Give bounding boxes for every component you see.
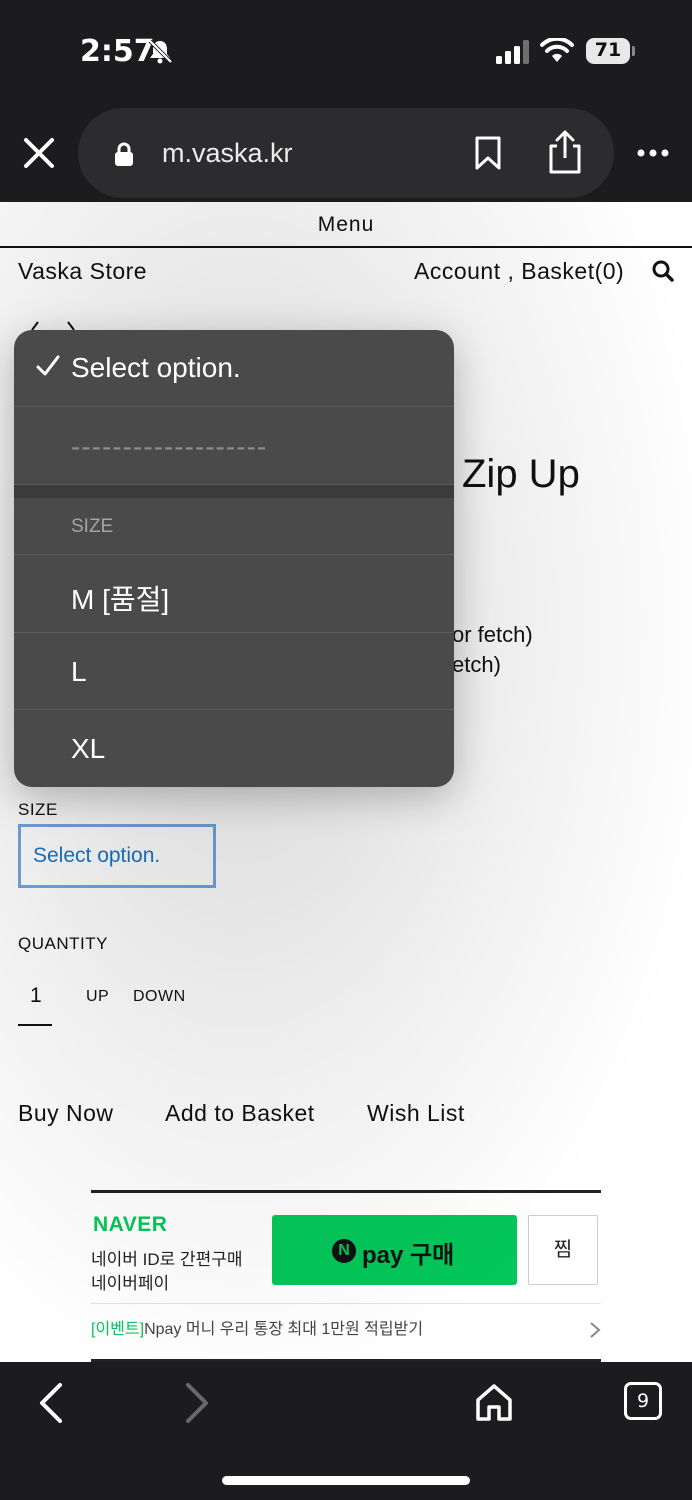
option-group-size: SIZE <box>14 498 454 555</box>
option-divider[interactable]: ------------------- <box>14 407 454 485</box>
battery-level: 71 <box>594 39 622 61</box>
npay-buy-button[interactable]: N pay 구매 <box>272 1215 517 1285</box>
bookmark-icon[interactable] <box>474 136 502 170</box>
add-to-basket-button[interactable]: Add to Basket <box>165 1100 315 1127</box>
battery-tip <box>632 46 635 56</box>
quantity-up-button[interactable]: UP <box>86 988 109 1006</box>
wifi-icon <box>540 38 574 62</box>
quantity-label: QUANTITY <box>18 934 108 953</box>
lock-icon <box>115 142 133 166</box>
back-icon[interactable] <box>36 1382 66 1424</box>
url-text[interactable]: m.vaska.kr <box>162 138 293 169</box>
option-size-m[interactable]: M [품절] <box>14 555 454 633</box>
option-label: L <box>71 656 87 687</box>
account-basket-link[interactable]: Account , Basket(0) <box>414 258 624 285</box>
naver-pay-caption: 네이버 ID로 간편구매 <box>91 1250 243 1269</box>
naver-pay-caption: 네이버페이 <box>91 1274 170 1293</box>
quantity-input[interactable]: 1 <box>30 984 42 1008</box>
npay-buy-label: pay 구매 <box>362 1242 455 1269</box>
size-select[interactable]: Select option. <box>18 824 216 888</box>
address-bar[interactable]: m.vaska.kr <box>78 108 614 198</box>
home-icon[interactable] <box>474 1382 514 1422</box>
bell-slash-icon <box>148 39 173 64</box>
npay-n-icon: N <box>332 1239 356 1263</box>
tabs-icon[interactable]: 9 <box>624 1382 662 1420</box>
naver-pay-box: NAVER 네이버 ID로 간편구매 네이버페이 N pay 구매 찜 [이벤트… <box>91 1190 601 1362</box>
option-size-l[interactable]: L <box>14 633 454 710</box>
quantity-underline <box>18 1024 52 1026</box>
naver-logo: NAVER <box>93 1213 168 1236</box>
option-label: ------------------- <box>71 431 268 462</box>
select-options-popup: Select option. ------------------- SIZE … <box>14 330 454 787</box>
more-icon[interactable] <box>636 142 670 164</box>
event-tag: [이벤트] <box>91 1321 145 1338</box>
option-group-label: SIZE <box>71 516 114 537</box>
zzim-button[interactable]: 찜 <box>528 1215 598 1285</box>
status-time: 2:57 <box>80 34 155 69</box>
divider <box>91 1303 601 1304</box>
share-icon[interactable] <box>548 130 582 174</box>
home-indicator <box>222 1476 470 1485</box>
product-description-line: etch) <box>452 652 501 677</box>
browser-top-bar: 2:57 71 m.vaska.kr <box>0 0 692 202</box>
option-label: Select option. <box>71 352 241 383</box>
store-name-link[interactable]: Vaska Store <box>18 258 147 285</box>
signal-icon <box>496 40 529 64</box>
chevron-right-icon <box>590 1322 601 1338</box>
option-size-xl[interactable]: XL <box>14 710 454 787</box>
search-icon[interactable] <box>652 260 674 282</box>
option-label: XL <box>71 733 106 764</box>
option-label: M [품절] <box>71 584 170 615</box>
battery-icon: 71 <box>586 38 635 64</box>
buy-now-button[interactable]: Buy Now <box>18 1100 114 1127</box>
size-label: SIZE <box>18 800 58 819</box>
npay-event-link[interactable]: [이벤트]Npay 머니 우리 통장 최대 1만원 적립받기 <box>91 1315 423 1339</box>
option-select-option[interactable]: Select option. <box>14 330 454 407</box>
forward-icon[interactable] <box>182 1382 212 1424</box>
option-group-separator <box>14 485 454 498</box>
checkmark-icon <box>36 355 60 376</box>
wish-list-button[interactable]: Wish List <box>367 1100 465 1127</box>
menu-button[interactable]: Menu <box>0 202 692 248</box>
event-text: Npay 머니 우리 통장 최대 1만원 적립받기 <box>144 1321 424 1338</box>
browser-bottom-toolbar: 9 <box>0 1362 692 1500</box>
product-title: Zip Up <box>462 452 580 496</box>
quantity-down-button[interactable]: DOWN <box>133 988 186 1006</box>
product-description-line: or fetch) <box>452 622 533 647</box>
close-icon[interactable] <box>22 136 56 170</box>
